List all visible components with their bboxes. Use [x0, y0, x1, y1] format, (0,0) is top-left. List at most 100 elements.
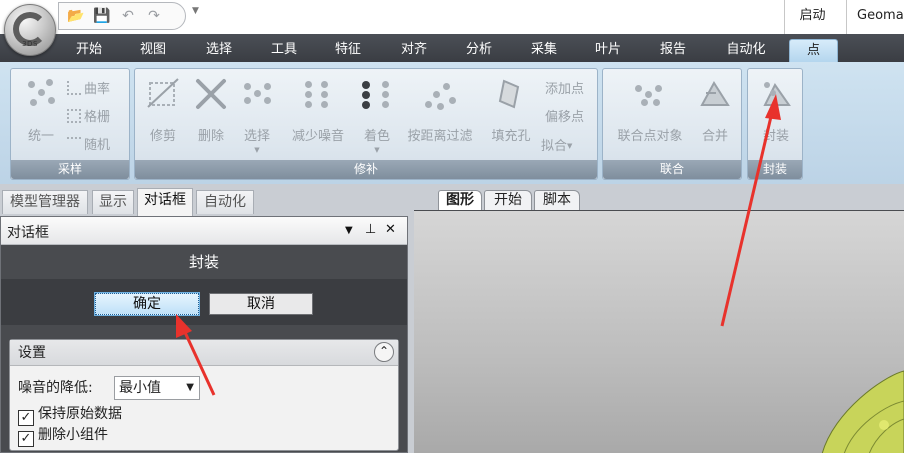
collapse-icon[interactable]: ⌃	[374, 342, 394, 362]
close-icon[interactable]: ✕	[385, 222, 396, 237]
tab-tools[interactable]: 工具	[259, 39, 309, 62]
group-repair: 修剪 删除 选择 ▼ 减少噪音 着色 ▼ 按距离过滤 填充孔 添加点 偏移点 拟…	[134, 68, 598, 180]
tab-graphics[interactable]: 图形	[438, 190, 482, 210]
noise-select[interactable]: 最小值 ▼	[114, 376, 200, 400]
add-point-button[interactable]: 添加点	[545, 79, 584, 101]
tab-blade[interactable]: 叶片	[583, 39, 633, 62]
group-wrap: 封装 封装	[747, 68, 803, 180]
group-combine: 联合点对象 合并 联合	[602, 68, 742, 180]
group-sampling: 统一 曲率 格栅 随机 采样	[10, 68, 130, 180]
ribbon: 统一 曲率 格栅 随机 采样 修剪 删除 选择 ▼ 减少噪音 着色 ▼ 按距离过…	[0, 62, 904, 184]
open-folder-icon[interactable]: 📂	[67, 7, 85, 25]
group-label-repair: 修补	[135, 160, 597, 179]
select-points-icon	[240, 77, 274, 111]
noise-label: 噪音的降低:	[18, 380, 93, 396]
distance-filter-button[interactable]: 按距离过滤	[407, 77, 473, 157]
grid-button[interactable]: 格栅	[67, 107, 110, 129]
tab-report[interactable]: 报告	[648, 39, 698, 62]
group-label-combine: 联合	[603, 160, 741, 179]
random-button[interactable]: 随机	[67, 135, 110, 157]
quick-access-toolbar: 📂 💾 ↶ ↷	[58, 2, 186, 30]
group-label-sampling: 采样	[11, 160, 129, 179]
logo-text: 3DS	[22, 40, 38, 48]
tab-collect[interactable]: 采集	[519, 39, 569, 62]
tab-display[interactable]: 显示	[92, 190, 134, 214]
color-button[interactable]: 着色 ▼	[351, 77, 403, 157]
dialog-title: 封装	[1, 245, 407, 279]
trim-button[interactable]: 修剪	[137, 77, 189, 157]
model-surface	[821, 370, 904, 453]
uniform-button[interactable]: 统一	[15, 77, 67, 157]
curvature-icon	[67, 81, 81, 95]
combine-objects-button[interactable]: 联合点对象	[611, 77, 689, 157]
wrap-icon	[759, 77, 793, 111]
tab-dialog[interactable]: 对话框	[137, 188, 193, 216]
trim-icon	[146, 77, 180, 111]
tab-viewport-start[interactable]: 开始	[484, 190, 532, 210]
reduce-noise-icon	[301, 77, 335, 111]
panel-menu-icon[interactable]: ▼	[345, 225, 353, 236]
panel-tab-strip: 模型管理器 显示 对话框 自动化	[0, 188, 410, 216]
ok-button[interactable]: 确定	[94, 292, 200, 316]
tab-select[interactable]: 选择	[194, 39, 244, 62]
delete-icon	[194, 77, 228, 111]
tab-features[interactable]: 特征	[323, 39, 373, 62]
remove-small-label: 删除小组件	[38, 427, 108, 443]
merge-button[interactable]: 合并	[689, 77, 741, 157]
settings-header[interactable]: 设置 ⌃	[10, 340, 398, 366]
redo-icon[interactable]: ↷	[145, 7, 163, 25]
tab-point[interactable]: 点	[789, 39, 838, 62]
panel-header: 对话框 ▼ ⊥ ✕	[1, 217, 407, 245]
keep-original-row[interactable]: ✓ 保持原始数据	[18, 404, 122, 426]
distance-filter-icon	[423, 77, 457, 111]
tab-automation[interactable]: 自动化	[715, 39, 777, 62]
combine-objects-icon	[633, 77, 667, 111]
keep-original-checkbox[interactable]: ✓	[18, 410, 34, 426]
settings-title: 设置	[18, 345, 46, 361]
wrap-button[interactable]: 封装	[750, 77, 802, 157]
tab-model-manager[interactable]: 模型管理器	[2, 190, 88, 214]
tab-panel-automation[interactable]: 自动化	[196, 190, 254, 214]
ribbon-tab-bar: 开始 视图 选择 工具 特征 对齐 分析 采集 叶片 报告 自动化 点	[0, 34, 904, 62]
random-icon	[67, 137, 81, 151]
grid-icon	[67, 109, 81, 123]
fit-dropdown[interactable]: 拟合▼	[541, 135, 572, 157]
launch-button[interactable]: 启动	[784, 0, 840, 34]
title-bar: 📂 💾 ↶ ↷ ▼ 启动 Geoma	[0, 0, 904, 34]
remove-small-checkbox[interactable]: ✓	[18, 431, 34, 447]
panel-title: 对话框	[7, 225, 49, 241]
settings-section: 设置 ⌃ 噪音的降低: 最小值 ▼ ✓ 保持原始数据 ✓ 删除小组件	[9, 339, 399, 451]
remove-small-row[interactable]: ✓ 删除小组件	[18, 425, 108, 447]
customize-toolbar-icon[interactable]: ▼	[192, 6, 199, 16]
curvature-button[interactable]: 曲率	[67, 79, 110, 101]
graphics-viewport[interactable]	[414, 210, 904, 453]
keep-original-label: 保持原始数据	[38, 406, 122, 422]
select-button[interactable]: 选择 ▼	[231, 77, 283, 157]
app-logo[interactable]: 3DS	[4, 4, 56, 56]
merge-icon	[698, 77, 732, 111]
group-label-wrap: 封装	[748, 160, 802, 179]
tab-analysis[interactable]: 分析	[454, 39, 504, 62]
fit-dropdown-icon: ▼	[567, 142, 573, 150]
reduce-noise-button[interactable]: 减少噪音	[287, 77, 349, 157]
fill-hole-button[interactable]: 填充孔	[485, 77, 537, 157]
undo-icon[interactable]: ↶	[119, 7, 137, 25]
delete-button[interactable]: 删除	[185, 77, 237, 157]
select-dropdown-icon: ▼	[254, 146, 260, 154]
tab-script[interactable]: 脚本	[534, 190, 580, 210]
color-dropdown-icon: ▼	[374, 146, 380, 154]
tab-view[interactable]: 视图	[128, 39, 178, 62]
fill-hole-icon	[494, 77, 528, 111]
chevron-down-icon: ▼	[186, 382, 194, 393]
cancel-button[interactable]: 取消	[209, 293, 313, 315]
offset-point-button[interactable]: 偏移点	[545, 107, 584, 129]
color-icon	[360, 77, 394, 111]
uniform-sample-icon	[24, 77, 58, 111]
pin-icon[interactable]: ⊥	[365, 222, 376, 237]
viewport-tab-strip: 图形 开始 脚本	[414, 188, 904, 212]
noise-row: 噪音的降低: 最小值 ▼	[18, 376, 200, 400]
dialog-panel: 对话框 ▼ ⊥ ✕ 封装 确定 取消 设置 ⌃ 噪音的降低: 最小值 ▼ ✓ 保持…	[0, 216, 408, 453]
tab-align[interactable]: 对齐	[389, 39, 439, 62]
tab-start[interactable]: 开始	[64, 39, 114, 62]
save-icon[interactable]: 💾	[93, 7, 111, 25]
